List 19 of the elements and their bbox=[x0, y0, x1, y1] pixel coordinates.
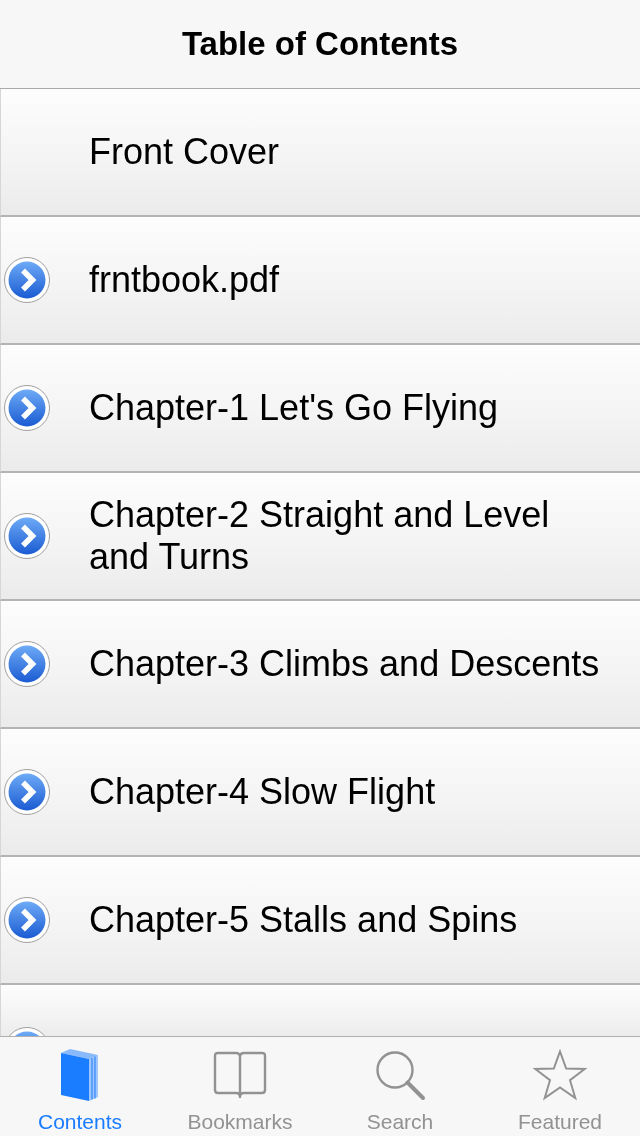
disclosure-chevron-icon[interactable] bbox=[3, 512, 51, 560]
contents-row[interactable]: Chapter-4 Slow Flight bbox=[0, 729, 640, 857]
disclosure-chevron-icon[interactable] bbox=[3, 384, 51, 432]
contents-row[interactable]: Chapter-3 Climbs and Descents bbox=[0, 601, 640, 729]
contents-row[interactable]: Front Cover bbox=[0, 89, 640, 217]
disclosure-chevron-icon[interactable] bbox=[3, 640, 51, 688]
navigation-title: Table of Contents bbox=[181, 25, 459, 63]
tab-bar-item[interactable]: Contents bbox=[0, 1037, 160, 1136]
open-book-icon bbox=[212, 1050, 268, 1100]
book-icon bbox=[60, 1048, 100, 1102]
disclosure-chevron-icon[interactable] bbox=[3, 256, 51, 304]
star-icon bbox=[532, 1049, 588, 1101]
disclosure-chevron-icon[interactable] bbox=[3, 896, 51, 944]
contents-row[interactable]: frntbook.pdf bbox=[0, 217, 640, 345]
contents-row[interactable]: Chapter-1 Let's Go Flying bbox=[0, 345, 640, 473]
contents-row[interactable]: Chapter-5 Stalls and Spins bbox=[0, 857, 640, 985]
disclosure-chevron-icon[interactable] bbox=[3, 768, 51, 816]
search-icon bbox=[374, 1049, 426, 1101]
contents-row[interactable]: Chapter-2 Straight and Level and Turns bbox=[0, 473, 640, 601]
